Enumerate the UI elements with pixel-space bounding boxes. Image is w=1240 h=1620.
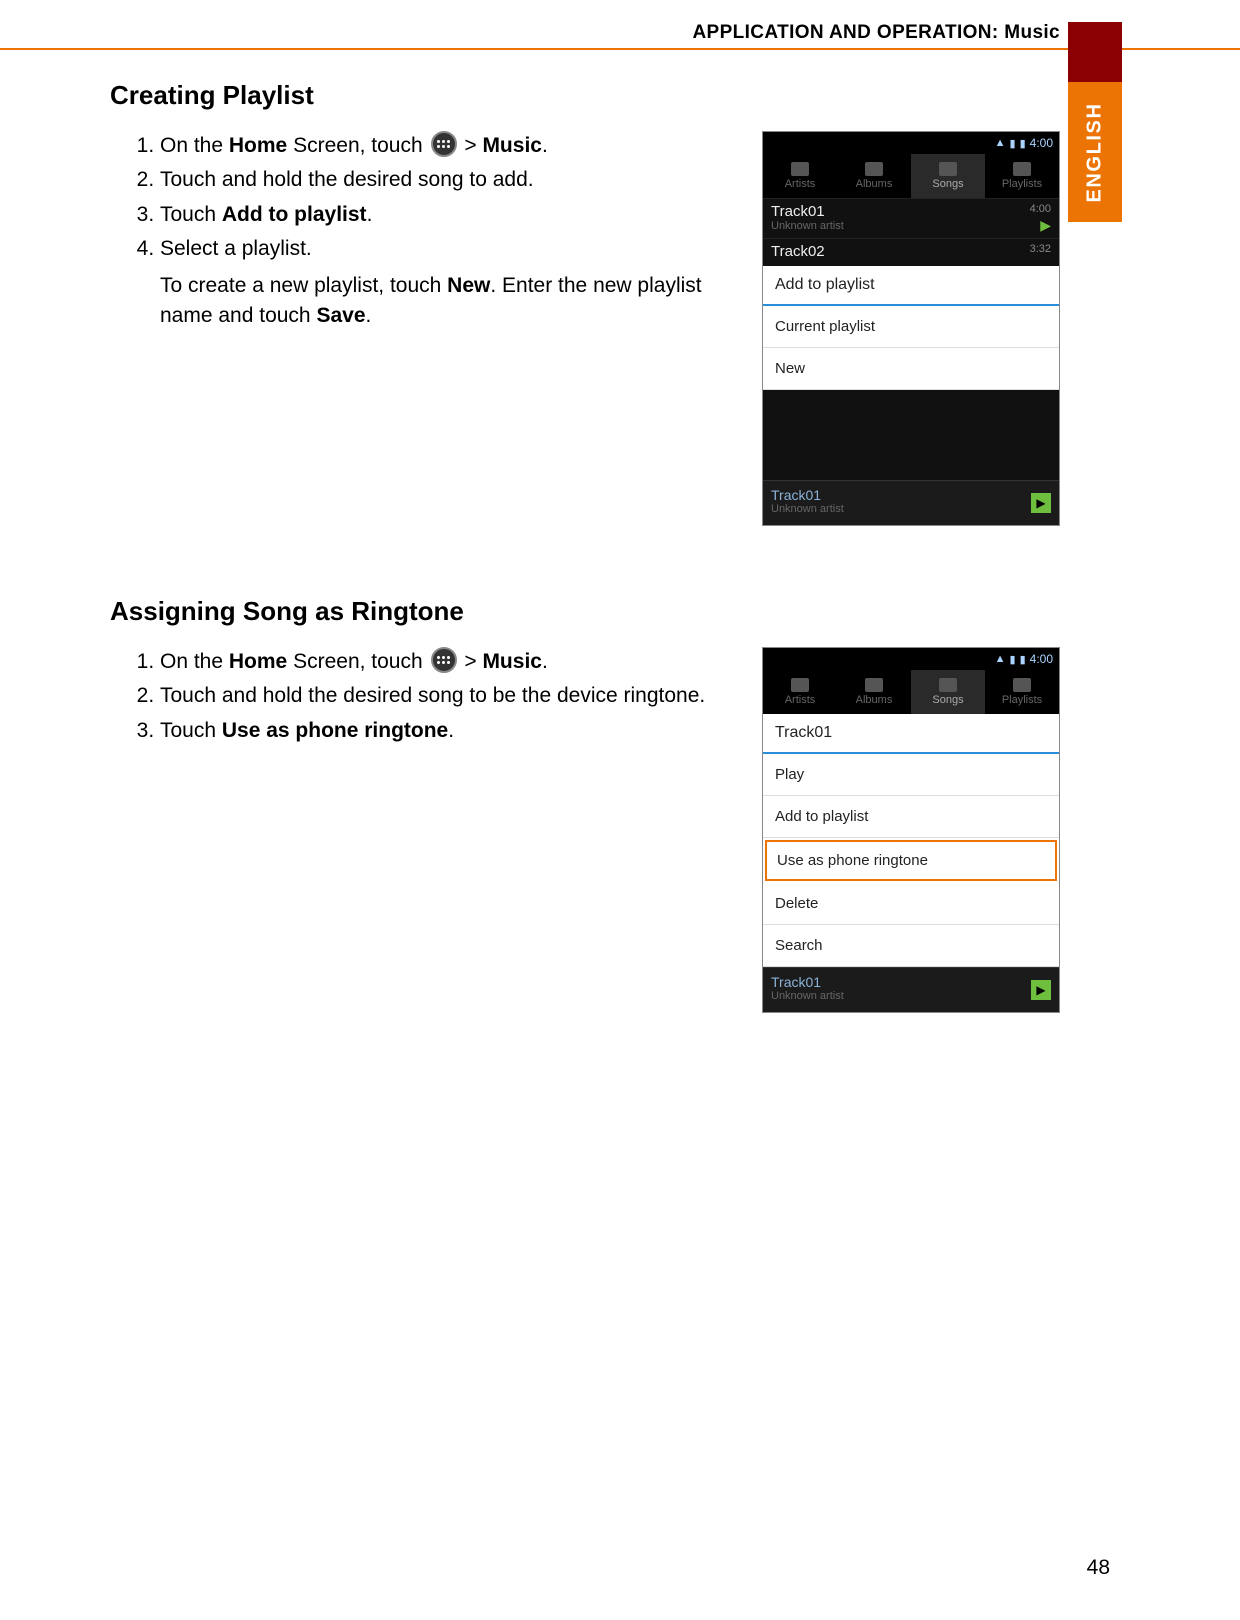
apps-grid-icon (431, 131, 457, 157)
menu-item-current-playlist[interactable]: Current playlist (763, 306, 1059, 348)
apps-grid-icon (431, 647, 457, 673)
albums-icon (865, 678, 883, 692)
step-4: Select a playlist. To create a new playl… (160, 234, 742, 331)
page-number: 48 (1087, 1556, 1110, 1580)
artists-icon (791, 162, 809, 176)
play-button-icon[interactable]: ▶ (1031, 493, 1051, 513)
tab-artists[interactable]: Artists (763, 670, 837, 714)
phone-screenshot-ringtone: ▲ ▮ ▮ 4:00 Artists Albums Songs Playlist… (762, 647, 1060, 1013)
battery-icon: ▮ (1020, 137, 1026, 150)
tab-accent (1068, 22, 1122, 82)
language-label: ENGLISH (1084, 102, 1107, 202)
tab-label-bg: ENGLISH (1068, 82, 1122, 222)
tab-albums[interactable]: Albums (837, 670, 911, 714)
step-2: Touch and hold the desired song to be th… (160, 681, 742, 711)
phone-spacer (763, 390, 1059, 480)
music-tabs: Artists Albums Songs Playlists (763, 154, 1059, 198)
signal-icon: ▮ (1010, 653, 1016, 666)
context-menu: Track01 Play Add to playlist Use as phon… (763, 714, 1059, 967)
menu-item-delete[interactable]: Delete (763, 883, 1059, 925)
menu-item-new[interactable]: New (763, 348, 1059, 390)
menu-title: Add to playlist (763, 266, 1059, 306)
phone-screenshot-playlist: ▲ ▮ ▮ 4:00 Artists Albums Songs Playlist… (762, 131, 1060, 526)
menu-title: Track01 (763, 714, 1059, 754)
tab-songs[interactable]: Songs (911, 154, 985, 198)
songs-icon (939, 162, 957, 176)
play-indicator-icon: ▶ (1040, 217, 1051, 234)
artists-icon (791, 678, 809, 692)
tab-playlists[interactable]: Playlists (985, 154, 1059, 198)
battery-icon: ▮ (1020, 653, 1026, 666)
ringtone-steps: On the Home Screen, touch > Music. Touch… (110, 647, 742, 746)
tab-artists[interactable]: Artists (763, 154, 837, 198)
albums-icon (865, 162, 883, 176)
status-time: 4:00 (1030, 136, 1053, 150)
section-heading-creating-playlist: Creating Playlist (110, 80, 1060, 111)
tab-playlists[interactable]: Playlists (985, 670, 1059, 714)
tab-albums[interactable]: Albums (837, 154, 911, 198)
playlists-icon (1013, 162, 1031, 176)
songs-icon (939, 678, 957, 692)
step-4-note: To create a new playlist, touch New. Ent… (160, 271, 742, 332)
menu-item-add-to-playlist[interactable]: Add to playlist (763, 796, 1059, 838)
step-1: On the Home Screen, touch > Music. (160, 647, 742, 677)
wifi-icon: ▲ (995, 137, 1006, 149)
step-3: Touch Add to playlist. (160, 200, 742, 230)
wifi-icon: ▲ (995, 653, 1006, 665)
menu-item-search[interactable]: Search (763, 925, 1059, 967)
now-playing-bar[interactable]: Track01 Unknown artist ▶ (763, 967, 1059, 1012)
step-1: On the Home Screen, touch > Music. (160, 131, 742, 161)
header-divider (0, 48, 1240, 50)
status-time: 4:00 (1030, 652, 1053, 666)
step-2: Touch and hold the desired song to add. (160, 165, 742, 195)
track-row[interactable]: Track01 Unknown artist 4:00 ▶ (763, 198, 1059, 238)
language-tab: ENGLISH (1068, 22, 1122, 222)
step-3: Touch Use as phone ringtone. (160, 716, 742, 746)
tab-songs[interactable]: Songs (911, 670, 985, 714)
creating-playlist-steps: On the Home Screen, touch > Music. Touch… (110, 131, 742, 332)
context-menu: Add to playlist Current playlist New (763, 266, 1059, 390)
section-heading-ringtone: Assigning Song as Ringtone (110, 596, 1060, 627)
now-playing-bar[interactable]: Track01 Unknown artist ▶ (763, 480, 1059, 525)
playlists-icon (1013, 678, 1031, 692)
status-bar: ▲ ▮ ▮ 4:00 (763, 648, 1059, 670)
menu-item-use-as-ringtone[interactable]: Use as phone ringtone (765, 840, 1057, 881)
page-header: APPLICATION AND OPERATION: Music (0, 22, 1240, 44)
menu-item-play[interactable]: Play (763, 754, 1059, 796)
signal-icon: ▮ (1010, 137, 1016, 150)
music-tabs: Artists Albums Songs Playlists (763, 670, 1059, 714)
track-row[interactable]: Track02 3:32 (763, 238, 1059, 266)
status-bar: ▲ ▮ ▮ 4:00 (763, 132, 1059, 154)
play-button-icon[interactable]: ▶ (1031, 980, 1051, 1000)
